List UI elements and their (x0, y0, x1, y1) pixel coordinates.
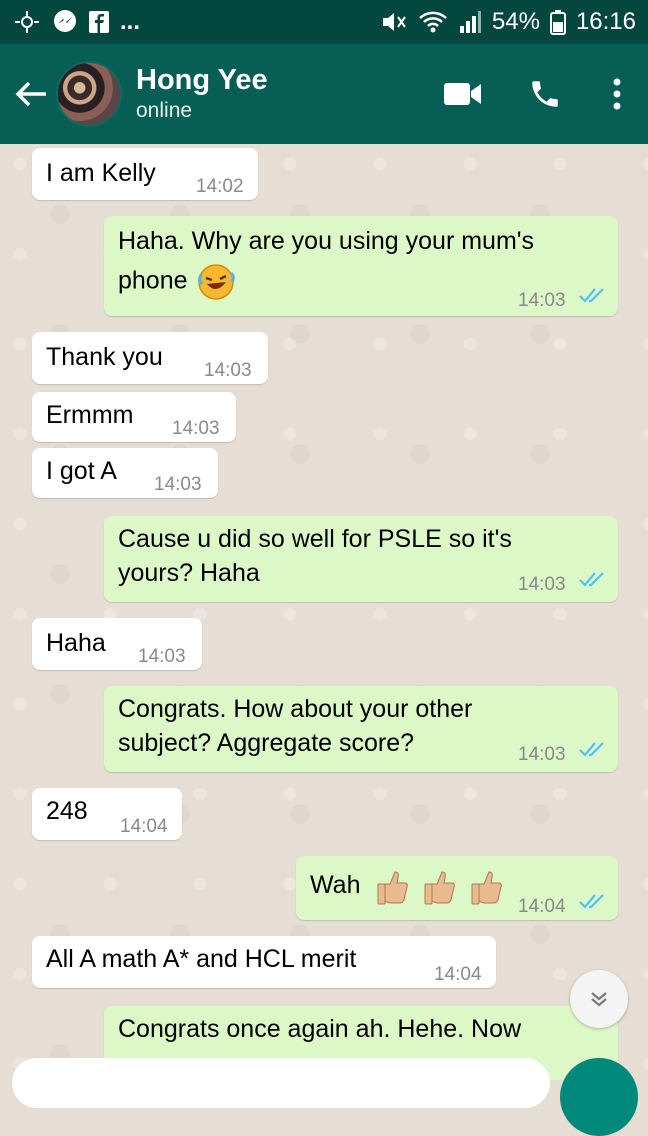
message-text-line1: Haha. Why are you using your mum's (118, 227, 535, 255)
message-input[interactable] (12, 1058, 550, 1108)
thumbs-up-icon (377, 871, 408, 905)
chevron-down-icon (591, 992, 607, 1007)
message-text: I got A (46, 457, 117, 485)
message-time: 14:03 (518, 744, 566, 765)
message-text: Thank you (46, 343, 163, 371)
menu-icon (613, 78, 621, 110)
message-time: 14:03 (172, 418, 220, 439)
read-ticks-icon (579, 742, 604, 757)
message-incoming[interactable]: I am Kelly 14:02 (32, 148, 258, 200)
message-incoming[interactable]: Thank you 14:03 (32, 332, 268, 384)
thumbs-up-icon (424, 871, 455, 905)
message-text: Ermmm (46, 401, 134, 429)
message-time: 14:02 (196, 176, 244, 197)
message-incoming[interactable]: 248 14:04 (32, 788, 182, 840)
message-time: 14:03 (518, 574, 566, 595)
signal-icon (458, 9, 482, 35)
battery-icon (549, 9, 566, 35)
more-notifications: ... (120, 8, 141, 35)
message-time: 14:04 (434, 964, 482, 985)
mute-icon (380, 9, 408, 35)
message-text-line2: subject? Aggregate score? (118, 729, 415, 757)
contact-status: online (136, 99, 193, 122)
scroll-to-bottom-button[interactable] (570, 970, 628, 1028)
messenger-icon (52, 9, 78, 35)
thumbs-up-group (372, 866, 506, 906)
thumbs-up-icon (471, 871, 502, 905)
contact-name: Hong Yee (136, 64, 268, 96)
clock: 16:16 (575, 8, 636, 35)
notification-icon (12, 9, 42, 35)
chat-area[interactable]: I am Kelly 14:02 Haha. Why are you using… (0, 144, 648, 1080)
back-arrow-icon (15, 81, 46, 107)
message-outgoing[interactable]: Congrats. How about your other subject? … (104, 686, 618, 772)
back-button[interactable] (6, 44, 56, 144)
message-text-line1: Congrats. How about your other (118, 695, 473, 723)
message-text: 248 (46, 797, 88, 825)
message-time: 14:03 (154, 474, 202, 495)
mic-button[interactable] (560, 1058, 638, 1136)
message-time: 14:03 (204, 360, 252, 381)
phone-icon (532, 81, 558, 107)
chat-header: Hong Yee online (0, 44, 648, 144)
message-text-line2: yours? Haha (118, 559, 260, 587)
message-time: 14:04 (518, 896, 566, 917)
message-outgoing[interactable]: Haha. Why are you using your mum's phone… (104, 216, 618, 316)
message-text: Haha (46, 629, 106, 657)
message-time: 14:03 (518, 290, 566, 311)
laughing-emoji-icon (198, 264, 236, 300)
message-text-line2: phone (118, 262, 236, 302)
message-text: All A math A* and HCL merit (46, 945, 357, 973)
contact-info[interactable]: Hong Yee online (136, 63, 268, 125)
read-ticks-icon (579, 572, 604, 587)
menu-button[interactable] (586, 44, 648, 144)
read-ticks-icon (579, 894, 604, 909)
message-outgoing[interactable]: Cause u did so well for PSLE so it's you… (104, 516, 618, 602)
message-text-line1: Cause u did so well for PSLE so it's (118, 525, 512, 553)
video-call-icon (444, 83, 481, 105)
facebook-icon (88, 10, 110, 34)
voice-call-button[interactable] (504, 44, 586, 144)
message-text: Wah (310, 871, 361, 899)
battery-percent: 54% (491, 8, 540, 35)
message-incoming[interactable]: I got A 14:03 (32, 448, 218, 498)
message-text: Congrats once again ah. Hehe. Now (118, 1015, 522, 1043)
message-time: 14:04 (120, 816, 168, 837)
read-ticks-icon (579, 288, 604, 303)
status-bar: ... 54% 16:16 (0, 0, 648, 44)
avatar[interactable] (56, 61, 122, 127)
message-incoming[interactable]: Haha 14:03 (32, 618, 202, 670)
message-incoming[interactable]: All A math A* and HCL merit 14:04 (32, 936, 496, 988)
wifi-icon (418, 9, 448, 35)
message-text: phone (118, 266, 188, 295)
message-time: 14:03 (138, 646, 186, 667)
message-incoming[interactable]: Ermmm 14:03 (32, 392, 236, 442)
message-outgoing[interactable]: Wah 14:04 (296, 856, 618, 920)
video-call-button[interactable] (422, 44, 504, 144)
message-text: I am Kelly (46, 159, 156, 187)
